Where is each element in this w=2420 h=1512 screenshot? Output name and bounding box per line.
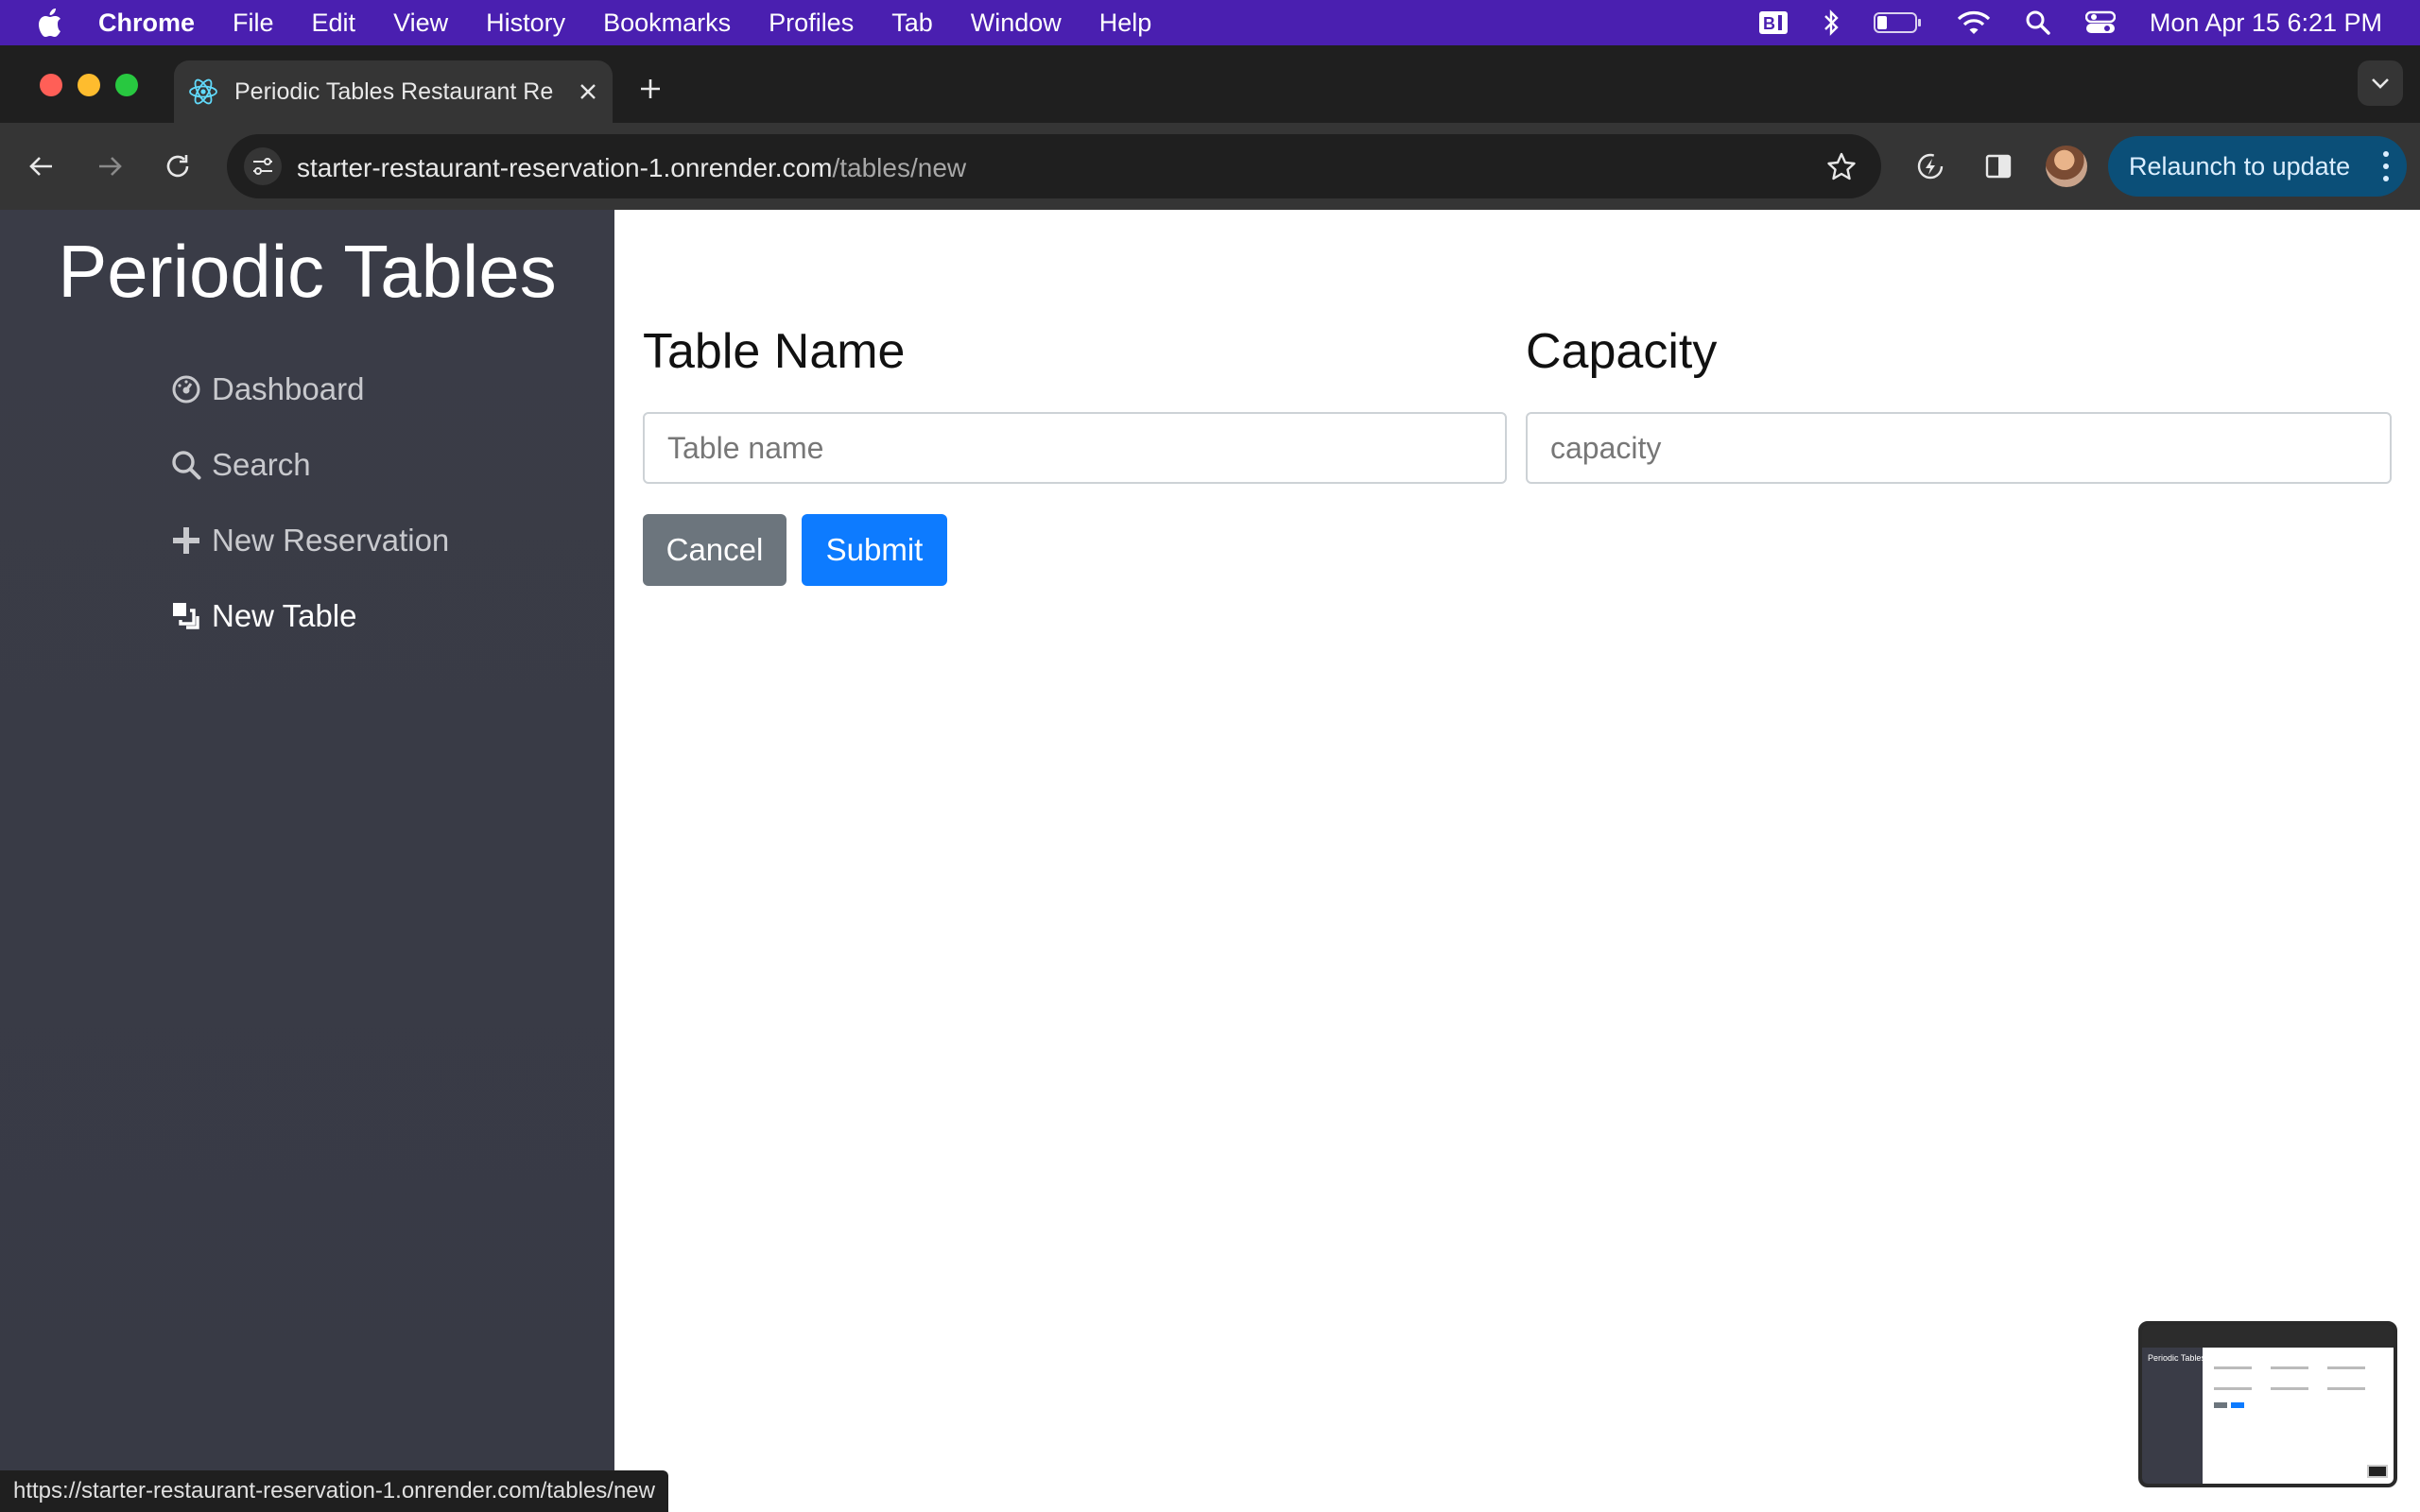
thumbnail-toolbar (2142, 1325, 2394, 1348)
window-zoom-button[interactable] (115, 74, 138, 96)
submit-button[interactable]: Submit (802, 514, 947, 586)
table-name-input[interactable] (643, 412, 1507, 484)
capacity-input[interactable] (1526, 412, 2392, 484)
apple-logo-icon[interactable] (36, 8, 64, 38)
thumbnail-line (2271, 1387, 2308, 1390)
thumbnail-button (2214, 1402, 2227, 1408)
status-bar-url: https://starter-restaurant-reservation-1… (0, 1470, 668, 1512)
sidebar-item-label: Search (212, 447, 311, 482)
bl-app-icon[interactable]: B (1758, 10, 1789, 35)
sidebar-item-search[interactable]: Search (170, 427, 449, 503)
tab-search-chevron-down-icon[interactable] (2358, 60, 2403, 106)
layers-icon (170, 600, 202, 632)
address-url[interactable]: starter-restaurant-reservation-1.onrende… (297, 153, 966, 183)
thumbnail-line (2327, 1387, 2365, 1390)
thumbnail-line (2327, 1366, 2365, 1369)
window-close-button[interactable] (40, 74, 62, 96)
brand-title[interactable]: Periodic Tables (0, 229, 614, 315)
menu-help[interactable]: Help (1099, 9, 1152, 38)
sidebar-item-label: New Reservation (212, 523, 450, 558)
menu-tab[interactable]: Tab (891, 9, 933, 38)
sidebar-item-label: New Table (212, 598, 357, 633)
menu-file[interactable]: File (233, 9, 274, 38)
sidebar-item-new-table[interactable]: New Table (170, 578, 449, 654)
menu-window[interactable]: Window (971, 9, 1062, 38)
capacity-label: Capacity (1526, 324, 1718, 379)
bluetooth-icon[interactable] (1823, 9, 1840, 37)
bookmark-star-icon[interactable] (1824, 149, 1858, 183)
site-info-tune-icon[interactable] (244, 147, 282, 185)
tab-title: Periodic Tables Restaurant Re (234, 77, 554, 105)
search-icon (170, 449, 202, 481)
menu-profiles[interactable]: Profiles (769, 9, 854, 38)
browser-toolbar: starter-restaurant-reservation-1.onrende… (0, 123, 2420, 210)
sidebar-item-label: Dashboard (212, 371, 365, 406)
main-content: Table Name Capacity Cancel Submit (614, 210, 2420, 1512)
react-favicon-icon (187, 76, 219, 108)
url-path: /tables/new (832, 153, 967, 182)
battery-icon[interactable] (1873, 10, 1923, 35)
cancel-button[interactable]: Cancel (643, 514, 786, 586)
window-minimize-button[interactable] (78, 74, 100, 96)
relaunch-label: Relaunch to update (2129, 151, 2351, 180)
thumbnail-line (2214, 1387, 2252, 1390)
menu-bar-clock[interactable]: Mon Apr 15 6:21 PM (2150, 9, 2382, 38)
menu-history[interactable]: History (486, 9, 565, 38)
menu-bar-status-area: B Mon Apr 15 6:21 PM (1758, 0, 2382, 45)
thumbnail-button (2231, 1402, 2244, 1408)
sidebar-item-dashboard[interactable]: Dashboard (170, 352, 449, 427)
macos-menu-bar: Chrome File Edit View History Bookmarks … (0, 0, 2420, 45)
browser-tab-active[interactable]: Periodic Tables Restaurant Re (174, 60, 613, 123)
side-panel-icon[interactable] (1979, 147, 2017, 185)
performance-bolt-icon[interactable] (1911, 147, 1949, 185)
sidebar-item-new-reservation[interactable]: New Reservation (170, 503, 449, 578)
tab-close-icon[interactable] (575, 78, 601, 105)
more-vertical-icon[interactable] (2382, 151, 2390, 181)
sidebar-nav: Dashboard Search New Reservation New Tab… (170, 352, 449, 654)
sidebar: Periodic Tables Dashboard Search New Res… (0, 210, 614, 1512)
thumbnail-line (2214, 1366, 2252, 1369)
web-page: Periodic Tables Dashboard Search New Res… (0, 210, 2420, 1512)
thumbnail-sidebar (2142, 1348, 2203, 1484)
svg-text:B: B (1763, 14, 1775, 33)
menu-edit[interactable]: Edit (312, 9, 356, 38)
back-arrow-icon[interactable] (23, 147, 60, 185)
browser-tab-strip: Periodic Tables Restaurant Re (0, 47, 2420, 123)
new-tab-plus-icon[interactable] (631, 70, 669, 108)
spotlight-search-icon[interactable] (2025, 9, 2051, 36)
table-name-label: Table Name (643, 324, 906, 379)
screenshot-thumbnail[interactable]: Periodic Tables (2138, 1321, 2397, 1487)
menu-bookmarks[interactable]: Bookmarks (603, 9, 731, 38)
thumbnail-brand: Periodic Tables (2148, 1353, 2205, 1363)
relaunch-to-update-button[interactable]: Relaunch to update (2108, 136, 2407, 197)
dashboard-icon (170, 373, 202, 405)
menu-view[interactable]: View (393, 9, 448, 38)
address-bar[interactable]: starter-restaurant-reservation-1.onrende… (227, 134, 1881, 198)
profile-avatar[interactable] (2046, 146, 2087, 187)
wifi-icon[interactable] (1957, 9, 1991, 36)
forward-arrow-icon[interactable] (91, 147, 129, 185)
plus-icon (170, 524, 202, 557)
reload-icon[interactable] (159, 147, 197, 185)
thumbnail-corner (2367, 1465, 2388, 1478)
menu-app-chrome[interactable]: Chrome (98, 9, 195, 38)
url-host: starter-restaurant-reservation-1.onrende… (297, 153, 833, 182)
control-center-icon[interactable] (2084, 10, 2116, 35)
thumbnail-line (2271, 1366, 2308, 1369)
